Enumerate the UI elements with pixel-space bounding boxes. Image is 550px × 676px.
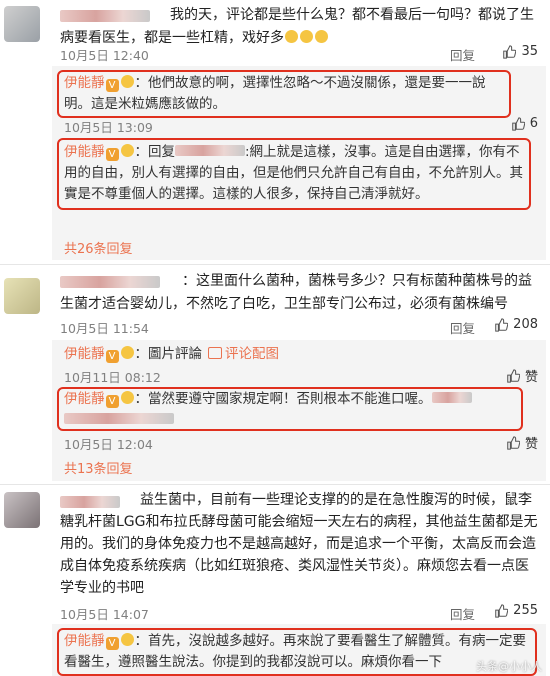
like-count: 赞 [524,370,538,385]
comment-date: 10月5日 11:54 [60,321,149,336]
more-replies-link[interactable]: 共13条回复 [64,458,133,477]
laugh-emoji-icon [315,30,328,43]
laugh-emoji-icon [285,30,298,43]
reply-username[interactable]: 伊能靜 [64,144,105,160]
comment-1: 我的天，评论都是些什么鬼？都不看最后一句吗？都说了生病要看医生，都是一些杠精，戏… [0,0,550,260]
thumbs-up-icon [495,603,509,618]
image-icon [208,347,222,359]
more-replies-link[interactable]: 共26条回复 [64,238,133,257]
reply-button[interactable]: 回复 [450,45,475,64]
verified-badge-icon: V [105,637,119,650]
emoji-icon [120,346,134,359]
thumbs-up-icon [507,435,520,450]
thumbs-up-icon [495,317,509,332]
mosaic-redaction [431,392,472,403]
thumbs-up-icon [507,368,520,383]
sub-like-button[interactable]: 赞 [506,433,538,452]
reply-username[interactable]: 伊能靜 [64,391,105,407]
like-count: 6 [529,116,538,131]
sub-like-button[interactable]: 赞 [506,366,538,385]
comment-image-link[interactable]: 评论配图 [225,346,279,362]
reply-button[interactable]: 回复 [450,318,475,337]
divider [0,484,550,485]
verified-badge-icon: V [105,79,119,92]
laugh-emoji-icon [300,30,313,43]
thumbs-up-icon [511,116,525,131]
reply-username[interactable]: 伊能靜 [64,346,105,362]
like-button[interactable]: 208 [494,317,538,332]
comment-2: ：这里面什么菌种，菌株号多少？只有标菌种菌株号的益生菌才适合婴幼儿，不然吃了白吃… [0,266,550,481]
sub-reply-date: 10月11日 08:12 [64,370,161,385]
sub-reply-1: 伊能靜 V ：圖片評論 评论配图 [64,346,279,363]
comment-date: 10月5日 14:07 [60,607,149,622]
reply-username[interactable]: 伊能靜 [64,75,105,91]
divider [0,264,550,265]
comment-text: 益生菌中，目前有一些理论支撑的的是在急性腹泻的时候，鼠李糖乳杆菌LGG和布拉氏酵… [60,492,538,596]
avatar[interactable] [4,492,40,528]
sub-reply-2: 伊能靜 V ：回复:網上就是這樣，沒事。這是自由選擇，你有不用的自由，別人有選擇的自… [64,144,523,202]
emoji-icon [120,144,134,157]
reply-username[interactable]: 伊能靜 [64,633,105,649]
avatar[interactable] [4,278,40,314]
verified-badge-icon: V [105,148,119,161]
verified-badge-icon: V [105,395,119,408]
emoji-icon [120,633,134,646]
watermark: 头条@小小人 [476,660,542,673]
comment-text: ：这里面什么菌种，菌株号多少？只有标菌种菌株号的益生菌才适合婴幼儿，不然吃了白吃… [60,273,532,312]
mention-mosaic [175,145,245,156]
like-button[interactable]: 35 [502,44,538,59]
like-count: 赞 [524,437,538,452]
verified-badge-icon: V [105,350,119,363]
like-button[interactable]: 255 [494,603,538,618]
sub-like-button[interactable]: 6 [511,116,538,131]
comment-3: 益生菌中，目前有一些理论支撑的的是在急性腹泻的时候，鼠李糖乳杆菌LGG和布拉氏酵… [0,486,550,676]
avatar[interactable] [4,6,40,42]
sub-reply-date: 10月5日 12:04 [64,437,153,452]
thumbs-up-icon [503,44,517,59]
like-count: 255 [513,603,538,618]
emoji-icon [120,391,134,404]
comment-text: 我的天，评论都是些什么鬼？都不看最后一句吗？都说了生病要看医生，都是一些杠精，戏… [60,7,534,46]
mosaic-redaction [64,413,174,424]
sub-reply-1: 伊能靜 V ：首先，沒說越多越好。再來說了要看醫生了解體質。有病一定要看醫生，遵照醫… [64,633,526,670]
sub-reply-1: 伊能靜 V ：他們故意的啊，選擇性忽略～不過沒關係，還是要一一說明。這是米粒媽應該做… [64,75,486,112]
reply-button[interactable]: 回复 [450,604,475,623]
like-count: 208 [513,317,538,332]
emoji-icon [120,75,134,88]
comment-date: 10月5日 12:40 [60,48,149,63]
sub-reply-2: 伊能靜 V ：當然要遵守國家規定啊！否則根本不能進口喔。 [64,389,514,431]
sub-reply-date: 10月5日 13:09 [64,120,153,135]
like-count: 35 [521,44,538,59]
